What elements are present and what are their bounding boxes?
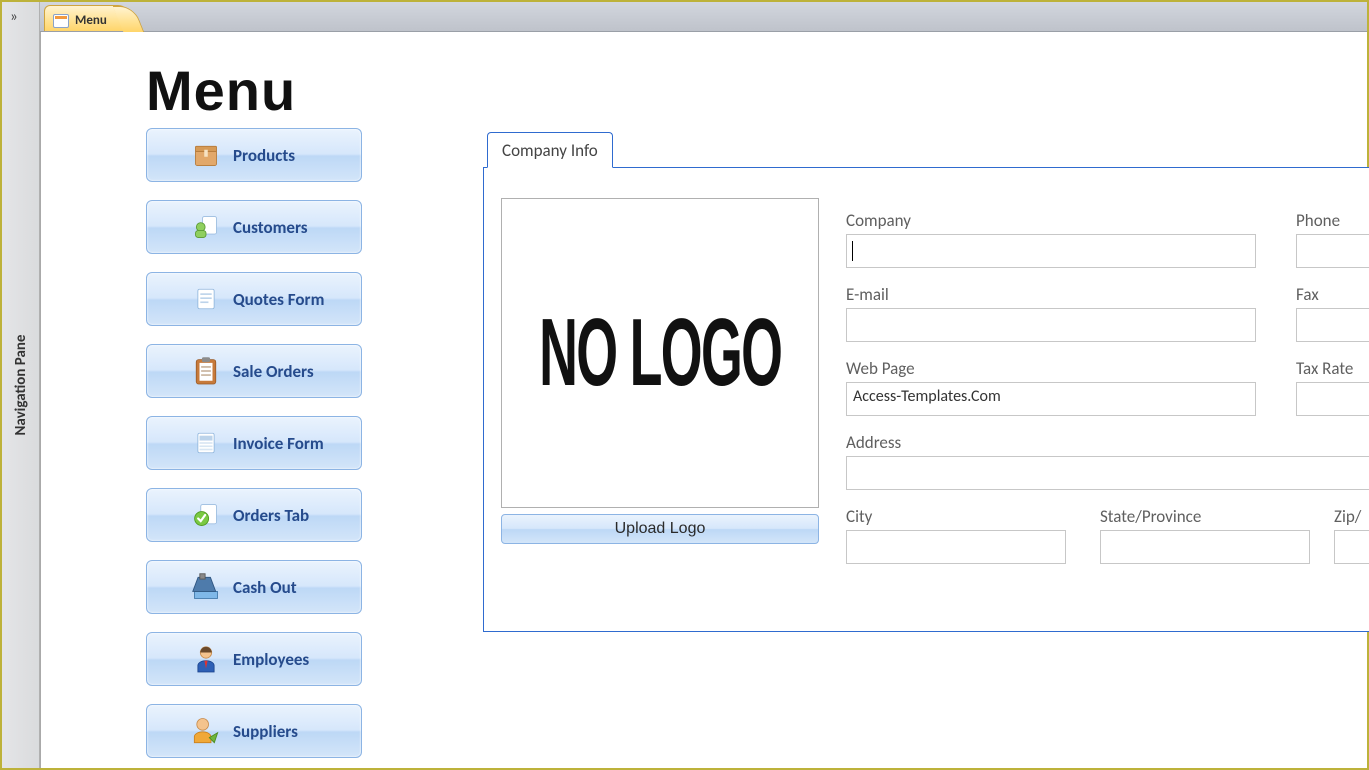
label-fax: Fax — [1296, 284, 1319, 305]
menu-sale-orders[interactable]: Sale Orders — [146, 344, 362, 398]
input-address[interactable] — [846, 456, 1369, 490]
navigation-pane-rail: » Navigation Pane — [2, 2, 40, 768]
box-icon — [191, 140, 221, 170]
input-zip[interactable] — [1334, 530, 1369, 564]
input-state[interactable] — [1100, 530, 1310, 564]
logo-placeholder-text: NO LOGO — [539, 298, 781, 408]
input-phone[interactable] — [1296, 234, 1369, 268]
form-icon — [53, 14, 69, 28]
menu-label: Orders Tab — [233, 505, 309, 526]
menu-label: Suppliers — [233, 721, 298, 742]
menu-label: Quotes Form — [233, 289, 324, 310]
input-company[interactable] — [846, 234, 1256, 268]
label-email: E-mail — [846, 284, 889, 305]
logo-placeholder[interactable]: NO LOGO — [501, 198, 819, 508]
employee-icon — [191, 644, 221, 674]
clipboard-icon — [191, 356, 221, 386]
company-info-panel: Company Info NO LOGO Upload Logo Company… — [483, 132, 1369, 632]
upload-logo-button[interactable]: Upload Logo — [501, 514, 819, 544]
menu-label: Invoice Form — [233, 433, 324, 454]
tab-strip: Menu — [40, 2, 1367, 32]
input-taxrate[interactable] — [1296, 382, 1369, 416]
tab-menu[interactable]: Menu — [44, 5, 130, 31]
supplier-icon — [191, 716, 221, 746]
panel-body: NO LOGO Upload Logo Company E-mail Web P… — [483, 167, 1369, 632]
label-phone: Phone — [1296, 210, 1340, 231]
menu-cash-out[interactable]: Cash Out — [146, 560, 362, 614]
menu-products[interactable]: Products — [146, 128, 362, 182]
menu-label: Customers — [233, 217, 308, 238]
label-webpage: Web Page — [846, 358, 915, 379]
menu-label: Employees — [233, 649, 309, 670]
label-address: Address — [846, 432, 901, 453]
menu-employees[interactable]: Employees — [146, 632, 362, 686]
panel-tab-company-info[interactable]: Company Info — [487, 132, 613, 168]
table-doc-icon — [191, 428, 221, 458]
menu-label: Products — [233, 145, 295, 166]
menu-suppliers[interactable]: Suppliers — [146, 704, 362, 758]
page-title: Menu — [146, 58, 296, 123]
nav-pane-expand-chevron[interactable]: » — [10, 8, 15, 26]
label-city: City — [846, 506, 872, 527]
menu-quotes-form[interactable]: Quotes Form — [146, 272, 362, 326]
document-icon — [191, 284, 221, 314]
menu-customers[interactable]: Customers — [146, 200, 362, 254]
input-fax[interactable] — [1296, 308, 1369, 342]
menu-column: Products Customers Quotes Form Sale Orde… — [146, 128, 362, 770]
label-company: Company — [846, 210, 911, 231]
person-doc-icon — [191, 212, 221, 242]
input-email[interactable] — [846, 308, 1256, 342]
label-zip: Zip/ — [1334, 506, 1361, 527]
menu-invoice-form[interactable]: Invoice Form — [146, 416, 362, 470]
menu-orders-tab[interactable]: Orders Tab — [146, 488, 362, 542]
menu-label: Sale Orders — [233, 361, 314, 382]
tab-label: Menu — [75, 13, 107, 28]
input-city[interactable] — [846, 530, 1066, 564]
check-doc-icon — [191, 500, 221, 530]
label-taxrate: Tax Rate — [1296, 358, 1353, 379]
cash-register-icon — [191, 572, 221, 602]
input-webpage[interactable]: Access-Templates.Com — [846, 382, 1256, 416]
nav-pane-label[interactable]: Navigation Pane — [12, 335, 30, 436]
document-area: Menu Products Customers Quotes Form Sa — [40, 32, 1367, 768]
menu-label: Cash Out — [233, 577, 297, 598]
label-state: State/Province — [1100, 506, 1201, 527]
